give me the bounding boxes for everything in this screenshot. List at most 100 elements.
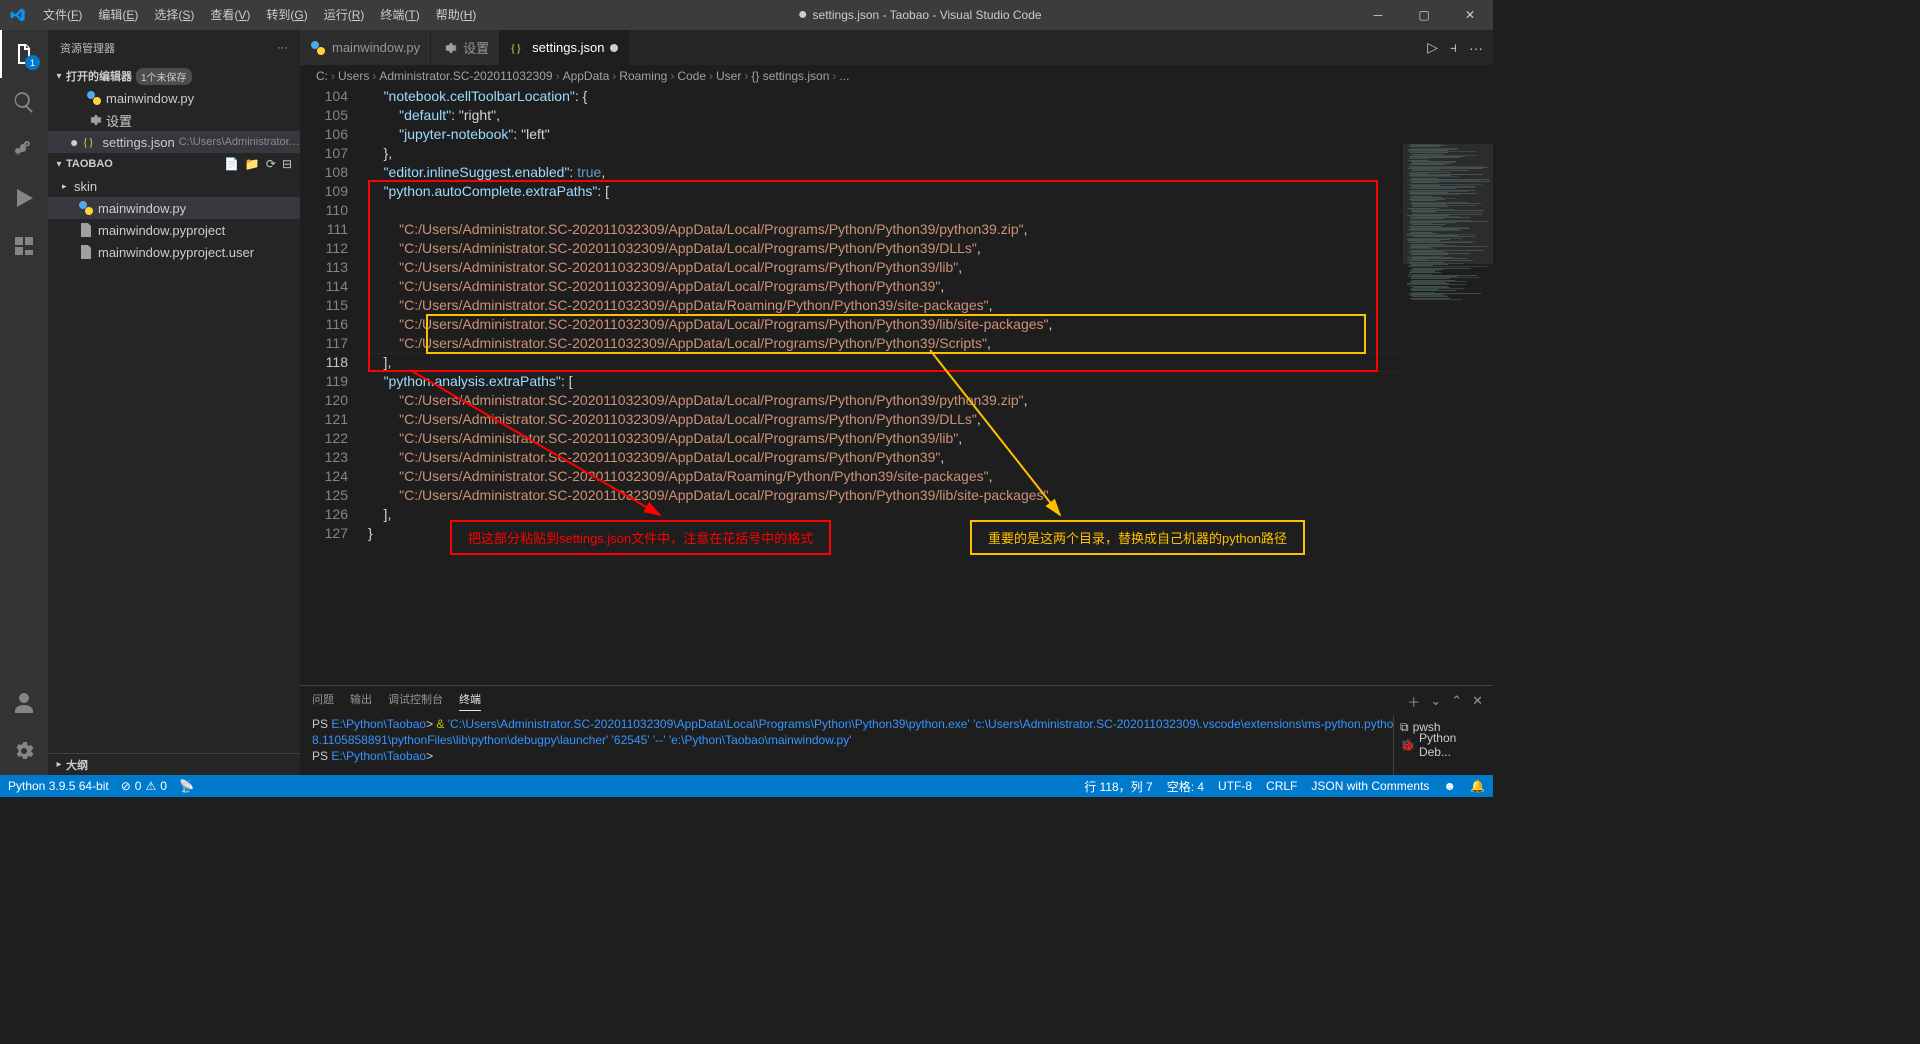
breadcrumb[interactable]: C:›Users›Administrator.SC-202011032309›A… [300,65,1493,87]
open-editor-item[interactable]: ●{}settings.jsonC:\Users\Administrator.S… [48,131,300,153]
outline-label: 大纲 [66,757,88,773]
panel-tab[interactable]: 问题 [312,691,334,711]
unsaved-badge: 1个未保存 [136,68,192,85]
status-errors[interactable]: ⊘0 ⚠0 [121,779,167,793]
more-actions-icon[interactable]: ··· [277,42,288,54]
menu-item[interactable]: 运行(R) [316,0,373,30]
breadcrumb-item[interactable]: Administrator.SC-202011032309 [379,69,552,83]
code-line[interactable]: "python.autoComplete.extraPaths": [ [368,182,1493,201]
breadcrumb-item[interactable]: Code [677,69,706,83]
vscode-logo-icon [0,7,35,23]
panel-close-icon[interactable]: ✕ [1472,693,1483,709]
breadcrumb-item[interactable]: User [716,69,741,83]
terminal-dropdown-icon[interactable]: ⌄ [1430,693,1441,709]
code-line[interactable] [368,201,1493,220]
breadcrumb-item[interactable]: {} settings.json [751,69,829,83]
source-control-icon[interactable] [0,126,48,174]
code-line[interactable]: "default": "right", [368,106,1493,125]
code-line[interactable]: "C:/Users/Administrator.SC-202011032309/… [368,220,1493,239]
accounts-icon[interactable] [0,679,48,727]
sidebar-title: 资源管理器 [60,40,115,56]
code-line[interactable]: "C:/Users/Administrator.SC-202011032309/… [368,277,1493,296]
open-editor-item[interactable]: mainwindow.py [48,87,300,109]
status-encoding[interactable]: UTF-8 [1218,778,1252,795]
open-editors-label: 打开的编辑器 [66,68,132,84]
open-editors-header[interactable]: ▾ 打开的编辑器 1个未保存 [48,65,300,87]
outline-header[interactable]: ▸ 大纲 [48,753,300,775]
status-spaces[interactable]: 空格: 4 [1167,778,1204,795]
extensions-icon[interactable] [0,222,48,270]
collapse-all-icon[interactable]: ⊟ [282,157,292,171]
code-line[interactable]: "notebook.cellToolbarLocation": { [368,87,1493,106]
status-bell-icon[interactable]: 🔔 [1470,778,1485,795]
code-line[interactable]: "editor.inlineSuggest.enabled": true, [368,163,1493,182]
code-line[interactable]: "C:/Users/Administrator.SC-202011032309/… [368,467,1493,486]
refresh-icon[interactable]: ⟳ [266,157,276,171]
status-language[interactable]: JSON with Comments [1311,778,1429,795]
explorer-icon[interactable]: 1 [0,30,48,78]
menu-item[interactable]: 文件(F) [35,0,90,30]
code-line[interactable]: "C:/Users/Administrator.SC-202011032309/… [368,448,1493,467]
code-line[interactable]: "C:/Users/Administrator.SC-202011032309/… [368,315,1493,334]
code-line[interactable]: "C:/Users/Administrator.SC-202011032309/… [368,429,1493,448]
tree-item[interactable]: mainwindow.pyproject.user [48,241,300,263]
code-line[interactable]: "C:/Users/Administrator.SC-202011032309/… [368,239,1493,258]
run-debug-icon[interactable] [0,174,48,222]
breadcrumb-item[interactable]: Roaming [619,69,667,83]
code-line[interactable]: "C:/Users/Administrator.SC-202011032309/… [368,486,1493,505]
open-editor-item[interactable]: 设置 [48,109,300,131]
folder-name: TAOBAO [66,158,113,170]
new-terminal-icon[interactable]: ＋ [1407,692,1420,711]
terminal-item-python[interactable]: 🐞Python Deb... [1400,736,1487,754]
code-area[interactable]: 1041051061071081091101111121131141151161… [300,87,1493,685]
menu-item[interactable]: 转到(G) [258,0,315,30]
maximize-button[interactable]: ▢ [1401,0,1447,30]
folder-header[interactable]: ▾ TAOBAO 📄 📁 ⟳ ⊟ [48,153,300,175]
panel-tab[interactable]: 输出 [350,691,372,711]
panel-up-icon[interactable]: ⌃ [1451,693,1462,709]
code-line[interactable]: "C:/Users/Administrator.SC-202011032309/… [368,391,1493,410]
tree-item[interactable]: ▸skin [48,175,300,197]
menu-item[interactable]: 终端(T) [372,0,427,30]
menu-bar: 文件(F)编辑(E)选择(S)查看(V)转到(G)运行(R)终端(T)帮助(H) [35,0,484,30]
breadcrumb-item[interactable]: C: [316,69,328,83]
new-folder-icon[interactable]: 📁 [245,157,260,171]
split-editor-icon[interactable]: ⫞ [1450,39,1457,56]
code-line[interactable]: "C:/Users/Administrator.SC-202011032309/… [368,258,1493,277]
tree-item[interactable]: mainwindow.py [48,197,300,219]
code-line[interactable]: "C:/Users/Administrator.SC-202011032309/… [368,334,1493,353]
settings-gear-icon[interactable] [0,727,48,775]
minimap[interactable] [1403,144,1493,685]
menu-item[interactable]: 查看(V) [202,0,258,30]
window-controls: ─ ▢ ✕ [1355,0,1493,30]
editor-tab[interactable]: 设置 [431,30,500,65]
status-feedback-icon[interactable]: ☻ [1443,778,1456,795]
code-line[interactable]: "jupyter-notebook": "left" [368,125,1493,144]
terminal-output[interactable]: PS E:\Python\Taobao> & 'C:\Users\Adminis… [300,716,1393,775]
menu-item[interactable]: 帮助(H) [428,0,485,30]
code-line[interactable]: }, [368,144,1493,163]
status-broadcast-icon[interactable]: 📡 [179,779,194,793]
tree-item[interactable]: mainwindow.pyproject [48,219,300,241]
close-button[interactable]: ✕ [1447,0,1493,30]
code-line[interactable]: "C:/Users/Administrator.SC-202011032309/… [368,296,1493,315]
editor-tab[interactable]: mainwindow.py [300,30,431,65]
editor-tab[interactable]: {}settings.json [500,30,629,65]
panel-tab[interactable]: 调试控制台 [388,691,443,711]
run-icon[interactable]: ▷ [1427,39,1438,56]
minimize-button[interactable]: ─ [1355,0,1401,30]
breadcrumb-item[interactable]: Users [338,69,369,83]
breadcrumb-item[interactable]: ... [839,69,849,83]
code-line[interactable]: "C:/Users/Administrator.SC-202011032309/… [368,410,1493,429]
status-python[interactable]: Python 3.9.5 64-bit [8,779,109,793]
panel-tab[interactable]: 终端 [459,691,481,711]
breadcrumb-item[interactable]: AppData [563,69,610,83]
more-icon[interactable]: ··· [1469,40,1483,56]
menu-item[interactable]: 编辑(E) [90,0,146,30]
new-file-icon[interactable]: 📄 [224,157,239,171]
status-eol[interactable]: CRLF [1266,778,1297,795]
status-line-col[interactable]: 行 118，列 7 [1084,778,1152,795]
search-icon[interactable] [0,78,48,126]
menu-item[interactable]: 选择(S) [146,0,202,30]
code-line[interactable]: "python.analysis.extraPaths": [ [368,372,1493,391]
